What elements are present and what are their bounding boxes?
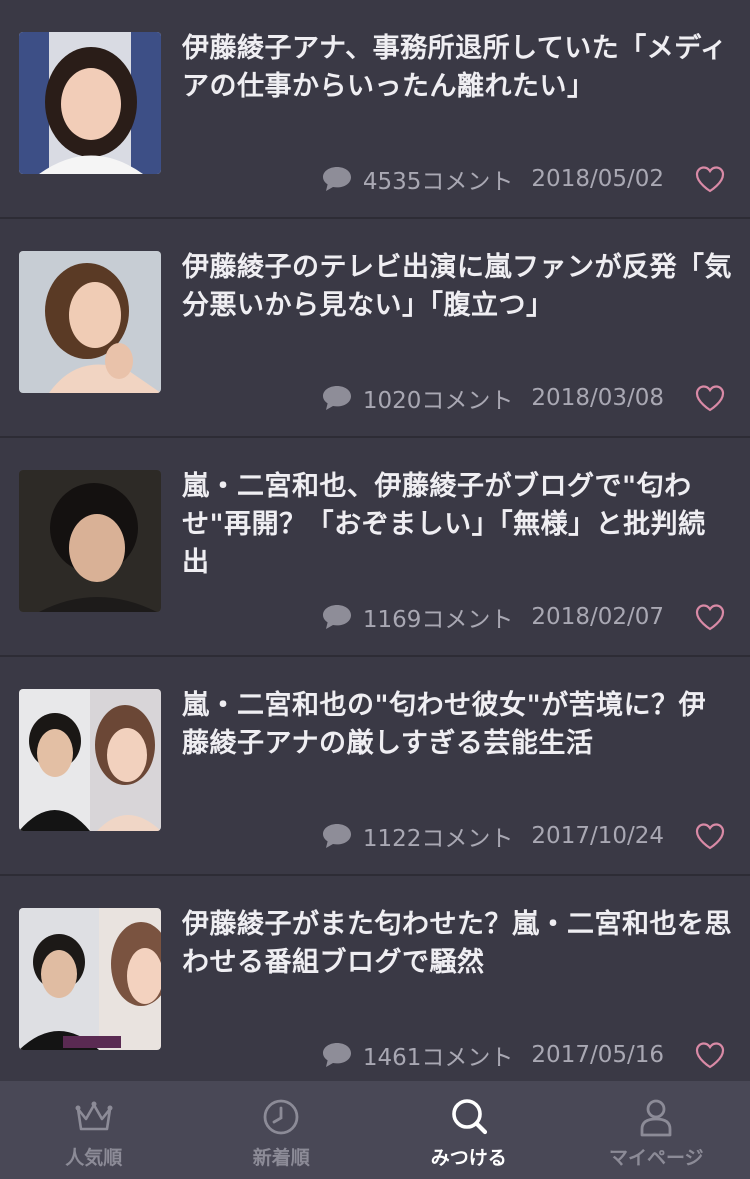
article-title[interactable]: 伊藤綾子がまた匂わせた？嵐・二宮和也を思わせる番組ブログで騒然 xyxy=(182,906,732,982)
tab-label: 人気順 xyxy=(65,1147,123,1169)
heart-icon[interactable] xyxy=(694,1040,726,1070)
article-meta: 1020コメント 2018/03/08 xyxy=(321,382,726,414)
comment-count: 1169コメント xyxy=(362,607,514,633)
article-thumbnail[interactable] xyxy=(19,689,161,831)
article-date: 2018/03/08 xyxy=(531,385,664,411)
heart-icon[interactable] xyxy=(694,821,726,851)
comment-count: 1122コメント xyxy=(362,826,514,852)
comment-count: 4535コメント xyxy=(362,169,514,195)
article-title[interactable]: 伊藤綾子のテレビ出演に嵐ファンが反発「気分悪いから見ない」「腹立つ」 xyxy=(182,249,732,325)
bottom-tab-bar: 人気順 新着順 みつける マイページ xyxy=(0,1081,750,1179)
article-item[interactable]: 伊藤綾子のテレビ出演に嵐ファンが反発「気分悪いから見ない」「腹立つ」 1020コ… xyxy=(0,219,750,438)
article-item[interactable]: 嵐・二宮和也の"匂わせ彼女"が苦境に？伊藤綾子アナの厳しすぎる芸能生活 1122… xyxy=(0,657,750,876)
article-date: 2018/02/07 xyxy=(531,604,664,630)
article-thumbnail[interactable] xyxy=(19,470,161,612)
comment-icon xyxy=(322,1043,351,1067)
comment-icon xyxy=(322,386,351,410)
heart-icon[interactable] xyxy=(694,383,726,413)
article-meta: 1169コメント 2018/02/07 xyxy=(321,601,726,633)
article-meta: 1122コメント 2017/10/24 xyxy=(321,820,726,852)
article-item[interactable]: 嵐・二宮和也、伊藤綾子がブログで"匂わせ"再開？「おぞましい」「無様」と批判続出… xyxy=(0,438,750,657)
article-meta: 1461コメント 2017/05/16 xyxy=(321,1039,726,1071)
article-list: 伊藤綾子アナ、事務所退所していた「メディアの仕事からいったん離れたい」 4535… xyxy=(0,0,750,1095)
article-thumbnail[interactable] xyxy=(19,32,161,174)
tab-label: みつける xyxy=(430,1147,507,1169)
article-meta: 4535コメント 2018/05/02 xyxy=(321,163,726,195)
tab-ranking[interactable]: 人気順 xyxy=(0,1081,188,1179)
article-date: 2017/05/16 xyxy=(531,1042,664,1068)
tab-mypage[interactable]: マイページ xyxy=(563,1081,750,1179)
clock-icon xyxy=(263,1099,299,1135)
comment-icon xyxy=(322,605,351,629)
article-item[interactable]: 伊藤綾子がまた匂わせた？嵐・二宮和也を思わせる番組ブログで騒然 1461コメント… xyxy=(0,876,750,1095)
crown-icon xyxy=(75,1101,113,1131)
comment-icon xyxy=(322,167,351,191)
article-title[interactable]: 伊藤綾子アナ、事務所退所していた「メディアの仕事からいったん離れたい」 xyxy=(182,30,732,106)
article-thumbnail[interactable] xyxy=(19,908,161,1050)
article-title[interactable]: 嵐・二宮和也の"匂わせ彼女"が苦境に？伊藤綾子アナの厳しすぎる芸能生活 xyxy=(182,687,732,763)
comment-count: 1461コメント xyxy=(362,1045,514,1071)
comment-icon xyxy=(322,824,351,848)
tab-label: マイページ xyxy=(608,1147,704,1169)
article-date: 2017/10/24 xyxy=(531,823,664,849)
article-thumbnail[interactable] xyxy=(19,251,161,393)
heart-icon[interactable] xyxy=(694,164,726,194)
article-item[interactable]: 伊藤綾子アナ、事務所退所していた「メディアの仕事からいったん離れたい」 4535… xyxy=(0,0,750,219)
heart-icon[interactable] xyxy=(694,602,726,632)
tab-label: 新着順 xyxy=(252,1147,310,1169)
comment-count: 1020コメント xyxy=(362,388,514,414)
search-icon xyxy=(451,1099,487,1135)
article-date: 2018/05/02 xyxy=(531,166,664,192)
tab-discover[interactable]: みつける xyxy=(375,1081,563,1179)
article-title[interactable]: 嵐・二宮和也、伊藤綾子がブログで"匂わせ"再開？「おぞましい」「無様」と批判続出 xyxy=(182,468,732,582)
user-icon xyxy=(640,1099,672,1137)
tab-new[interactable]: 新着順 xyxy=(188,1081,376,1179)
